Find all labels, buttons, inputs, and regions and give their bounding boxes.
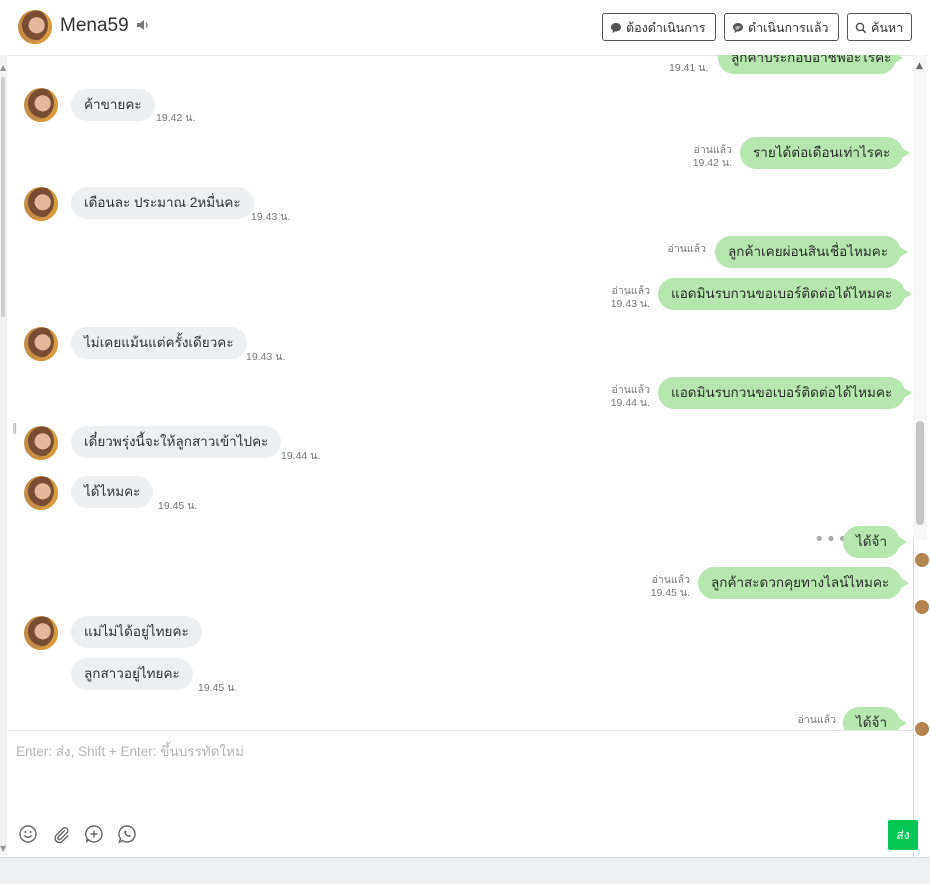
incoming-message[interactable]: ได้ไหมคะ — [71, 476, 154, 508]
contact-avatar[interactable] — [24, 616, 58, 650]
message-time: 19.42 น. — [156, 112, 196, 124]
message-time: 19.43 น. — [251, 211, 291, 223]
message-time: 19.44 น. — [610, 397, 650, 409]
attach-icon[interactable] — [51, 824, 71, 844]
read-label: อ่านแล้ว — [651, 574, 690, 586]
read-label: อ่านแล้ว — [667, 243, 706, 255]
read-label: อ่านแล้ว — [693, 144, 732, 156]
read-label: อ่านแล้ว — [797, 714, 836, 726]
side-avatar[interactable] — [915, 600, 929, 614]
incoming-message[interactable]: แม่ไม่ได้อยู่ไทยคะ — [71, 616, 202, 648]
incoming-message[interactable]: เดี๋ยวพรุ่งนี้จะให้ลูกสาวเข้าไปคะ — [71, 426, 282, 458]
page-scrollbar-thumb[interactable] — [1, 77, 5, 317]
incoming-message[interactable]: ลูกสาวอยู่ไทยคะ — [71, 658, 193, 690]
read-label: อ่านแล้ว — [611, 285, 650, 297]
send-button[interactable]: ส่ง — [888, 820, 918, 850]
message-input[interactable] — [14, 739, 898, 763]
read-status: อ่านแล้ว 19.43 น. — [580, 285, 650, 311]
done-label: ดำเนินการแล้ว — [748, 21, 829, 35]
outgoing-message[interactable]: ลูกค้าสะดวกคุยทางไลน์ไหมคะ — [698, 567, 910, 599]
message-list[interactable]: 19.41 น. ลูกค้าประกอบอาชีพอะไรคะ ค้าขายค… — [8, 55, 913, 730]
message-time: 19.41 น. — [669, 62, 709, 74]
incoming-message[interactable]: ไม่เคยแม้นแต่ครั้งเดียวคะ — [71, 327, 247, 359]
contact-avatar[interactable] — [24, 187, 58, 221]
read-status: อ่านแล้ว 19.44 น. — [580, 384, 650, 410]
emoji-icon[interactable] — [18, 824, 38, 844]
contact-avatar[interactable] — [18, 10, 52, 44]
todo-label: ต้องดำเนินการ — [626, 21, 706, 35]
message-time: 19.42 น. — [692, 157, 732, 169]
outgoing-message[interactable]: แอดมินรบกวนขอเบอร์ติดต่อได้ไหมคะ — [658, 278, 913, 310]
incoming-message[interactable]: ค้าขายคะ — [71, 89, 155, 121]
read-status: อ่านแล้ว 19.45 น. — [618, 574, 690, 600]
contact-avatar[interactable] — [24, 327, 58, 361]
message-time: 19.45 น. — [158, 500, 198, 512]
outgoing-message[interactable]: ได้จ้า — [843, 526, 908, 558]
read-label: อ่านแล้ว — [611, 384, 650, 396]
drag-handle[interactable]: ‖ — [12, 421, 18, 434]
message-composer: ส่ง — [8, 730, 918, 857]
speaker-icon[interactable] — [136, 19, 150, 35]
outgoing-message[interactable]: รายได้ต่อเดือนเท่าไรคะ — [740, 137, 911, 169]
outgoing-message[interactable]: ลูกค้าเคยผ่อนสินเชื่อไหมคะ — [715, 236, 909, 268]
scroll-down-arrow-icon[interactable]: ▼ — [0, 844, 6, 853]
page-scrollbar[interactable]: ▲ ▼ — [0, 55, 7, 855]
done-button[interactable]: ดำเนินการแล้ว — [724, 13, 839, 41]
read-status: อ่านแล้ว — [778, 714, 836, 727]
search-button[interactable]: ค้นหา — [847, 13, 912, 41]
contact-avatar[interactable] — [24, 476, 58, 510]
scroll-up-arrow-icon[interactable]: ▲ — [916, 61, 923, 71]
search-label: ค้นหา — [871, 21, 904, 35]
message-time: 19.44 น. — [281, 450, 321, 462]
message-time: 19.43 น. — [610, 298, 650, 310]
incoming-message[interactable]: เดือนละ ประมาณ 2หมื่นคะ — [71, 187, 254, 219]
side-avatar[interactable] — [915, 722, 929, 736]
message-scrollbar-thumb[interactable] — [916, 421, 924, 525]
contact-avatar[interactable] — [24, 88, 58, 122]
todo-button[interactable]: ต้องดำเนินการ — [602, 13, 716, 41]
contact-avatar[interactable] — [24, 426, 58, 460]
search-icon — [855, 22, 867, 34]
whatsapp-icon[interactable] — [117, 824, 137, 844]
message-time: 19.43 น. — [246, 351, 286, 363]
scroll-up-arrow-icon[interactable]: ▲ — [0, 63, 6, 72]
add-icon[interactable] — [84, 824, 104, 844]
message-time: 19.45 น. — [650, 587, 690, 599]
read-status: อ่านแล้ว 19.42 น. — [658, 144, 732, 170]
chat-bubble-icon — [611, 23, 621, 33]
outgoing-message[interactable]: ลูกค้าประกอบอาชีพอะไรคะ — [718, 55, 903, 74]
message-time: 19.45 น. — [198, 682, 238, 694]
chat-bubble-icon — [733, 23, 743, 33]
read-status: อ่านแล้ว — [638, 243, 706, 256]
bottom-status-bar — [0, 857, 930, 884]
contact-name: Mena59 — [60, 15, 129, 36]
side-avatar[interactable] — [915, 553, 929, 567]
chat-header: Mena59 ต้องดำเนินการ ดำเนินการแล้ว ค้นหา — [8, 0, 928, 56]
outgoing-message[interactable]: แอดมินรบกวนขอเบอร์ติดต่อได้ไหมคะ — [658, 377, 913, 409]
outgoing-message[interactable]: ได้จ้า — [843, 707, 908, 730]
